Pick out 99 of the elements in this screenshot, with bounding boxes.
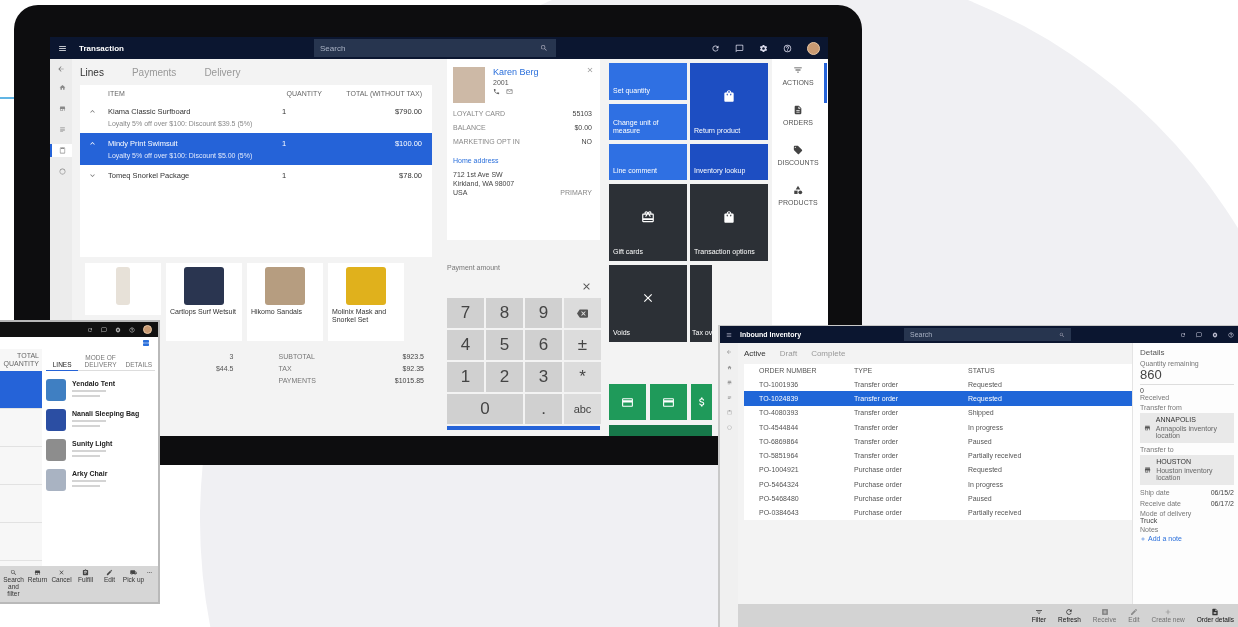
close-button[interactable] [586,66,594,74]
sync-icon[interactable] [1180,331,1186,338]
photo-placeholder [453,67,485,103]
keypad-key[interactable]: . [525,394,562,424]
search-icon [10,569,17,576]
home-icon [58,84,66,91]
backspace-key[interactable] [564,298,601,328]
bag-icon [722,210,736,224]
phone-icon[interactable] [493,88,500,95]
text-placeholder-line [72,395,100,397]
chevron-down-icon[interactable] [88,171,97,180]
sync-icon[interactable] [711,43,720,53]
box-icon [1100,607,1109,616]
home-icon[interactable] [726,365,732,370]
store-icon[interactable] [726,380,732,385]
keypad-key[interactable]: 0 [447,394,523,424]
photo-placeholder [46,439,66,461]
document-icon [793,105,803,115]
search-field[interactable]: Search [314,39,556,57]
mail-icon[interactable] [506,88,513,95]
truck-icon [130,569,137,576]
clipboard-icon[interactable] [726,410,732,415]
nav-item[interactable] [50,144,72,157]
layout-icon[interactable] [142,339,150,347]
document-icon [1211,607,1220,616]
keypad-key[interactable]: * [564,362,601,392]
keypad-key[interactable]: 3 [525,362,562,392]
bag-icon [722,89,736,103]
keypad-key[interactable]: 6 [525,330,562,360]
chat-icon[interactable] [101,326,107,333]
settings-icon[interactable] [1212,331,1218,338]
store-icon [58,105,66,112]
keypad-key[interactable]: abc [564,394,601,424]
keypad-key[interactable]: 8 [486,298,523,328]
list-icon [58,126,66,133]
photo-placeholder [265,267,305,305]
product-tile[interactable] [85,263,161,315]
text-placeholder-line [72,390,106,392]
text-placeholder-line [72,420,106,422]
text-placeholder-line [72,425,100,427]
quantity-value: 860 [1140,367,1162,382]
sync-icon[interactable] [87,326,93,333]
keypad-key[interactable]: 7 [447,298,484,328]
pencil-icon [106,569,113,576]
card-payment-button[interactable] [609,384,646,420]
panel-title: Details [1140,348,1166,357]
photo-placeholder [46,409,66,431]
gift-card-icon [641,210,655,224]
close-icon [58,569,65,576]
avatar[interactable] [807,41,820,55]
photo-placeholder [46,469,66,491]
scrollbar-thumb[interactable] [824,63,827,103]
search-icon [1059,331,1065,338]
shapes-icon [793,185,803,195]
card-payment-button[interactable] [650,384,687,420]
photo-placeholder [116,267,130,305]
window-title: Transaction [79,43,125,53]
tab[interactable]: Active [744,349,766,358]
store-icon [34,569,41,576]
more-icon[interactable] [146,569,153,576]
filter-icon [1034,607,1043,616]
settings-icon[interactable] [759,43,768,53]
keypad-key[interactable]: ± [564,330,601,360]
credit-card-icon [621,395,634,409]
refresh-icon [1065,607,1074,616]
credit-card-icon [662,395,675,409]
photo-placeholder [184,267,224,305]
text-placeholder-line [72,450,106,452]
keypad-key[interactable]: 9 [525,298,562,328]
chat-icon[interactable] [735,43,744,53]
photo-placeholder [346,267,386,305]
settings-icon[interactable] [115,326,121,333]
tag-icon [793,145,803,155]
pencil-icon [1129,607,1138,616]
keypad-key[interactable]: 5 [486,330,523,360]
help-icon[interactable] [129,326,135,333]
clear-button[interactable] [581,281,592,292]
store-icon [1144,424,1151,433]
chat-icon[interactable] [1196,331,1202,338]
cash-payment-button[interactable] [691,384,712,420]
tab[interactable]: Lines [80,66,104,78]
keypad-key[interactable]: 4 [447,330,484,360]
keypad-key[interactable]: 1 [447,362,484,392]
backspace-icon [577,307,588,319]
text-placeholder-line [72,485,100,487]
menu-icon[interactable] [58,43,67,53]
close-icon [641,291,655,305]
help-icon[interactable] [783,43,792,53]
text-placeholder-line [72,455,100,457]
store-icon [1144,466,1152,475]
keypad-key[interactable]: 2 [486,362,523,392]
search-icon [540,44,548,52]
help-icon[interactable] [1228,331,1234,338]
customer-name[interactable]: Karen Berg [493,67,539,77]
photo-placeholder [46,379,66,401]
clipboard-icon [82,569,89,576]
text-placeholder-line [72,480,106,482]
avatar[interactable] [143,325,152,334]
order-row[interactable] [0,371,42,409]
